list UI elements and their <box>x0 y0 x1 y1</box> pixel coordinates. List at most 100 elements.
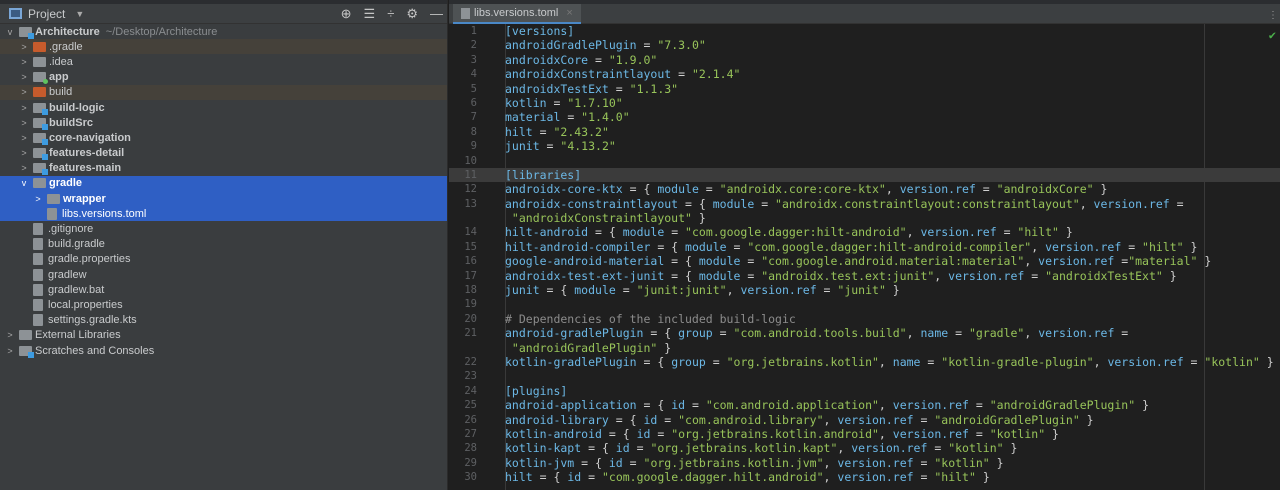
line-number: 25 <box>464 399 477 412</box>
punct-token: , <box>906 326 921 341</box>
key-token: id <box>671 398 686 413</box>
code-line[interactable]: 9 junit = "4.13.2" <box>449 139 1280 153</box>
key-token: module <box>622 225 665 240</box>
tree-item[interactable]: libs.versions.toml <box>0 206 447 222</box>
expand-all-icon[interactable]: ☰ <box>364 6 376 22</box>
key-token: version.ref <box>851 441 928 456</box>
no-problems-check-icon[interactable]: ✔ <box>1269 28 1276 42</box>
collapse-all-icon[interactable]: ÷ <box>387 6 394 22</box>
code-line[interactable]: "androidGradlePlugin" } <box>449 341 1280 355</box>
chevron-right-icon[interactable]: > <box>18 148 30 158</box>
chevron-right-icon[interactable]: > <box>18 163 30 173</box>
code-text: androidx-core-ktx = { module = "androidx… <box>505 182 1107 196</box>
project-icon <box>9 8 22 19</box>
punct-token: = <box>1024 268 1046 283</box>
tree-root[interactable]: v Architecture ~/Desktop/Architecture <box>0 24 447 39</box>
code-text: android-library = { id = "com.android.li… <box>505 413 1094 427</box>
tree-item[interactable]: gradle.properties <box>0 252 447 267</box>
code-line[interactable]: 7 material = "1.4.0" <box>449 110 1280 124</box>
code-line[interactable]: 2 androidGradlePlugin = "7.3.0" <box>449 38 1280 52</box>
tree-item[interactable]: > core-navigation <box>0 130 447 145</box>
code-line[interactable]: 14 hilt-android = { module = "com.google.… <box>449 225 1280 239</box>
key-token: kotlin-android <box>505 426 602 441</box>
punct-token: = <box>975 182 997 197</box>
locate-icon[interactable]: ⊕ <box>341 6 352 22</box>
project-view-selector[interactable]: Project <box>28 7 65 21</box>
tree-item-label: build <box>49 86 73 99</box>
code-line[interactable]: 26 android-library = { id = "com.android.… <box>449 413 1280 427</box>
chevron-right-icon[interactable]: > <box>18 57 30 67</box>
code-line[interactable]: 16 google-android-material = { module = "… <box>449 254 1280 268</box>
tree-item[interactable]: > features-detail <box>0 146 447 161</box>
tree-item[interactable]: > wrapper <box>0 191 447 207</box>
more-tabs-icon[interactable]: ⋮ <box>1268 10 1278 21</box>
code-line[interactable]: 20 # Dependencies of the included build-l… <box>449 312 1280 326</box>
string-token: "kotlin" <box>989 426 1046 441</box>
code-line[interactable]: 24 [plugins] <box>449 384 1280 398</box>
tree-item[interactable]: > build-logic <box>0 100 447 115</box>
tree-item[interactable]: > .gradle <box>0 39 447 55</box>
tree-item[interactable]: > app <box>0 70 447 85</box>
tab-libs-versions-toml[interactable]: libs.versions.toml × <box>453 4 581 24</box>
tree-item[interactable]: > .idea <box>0 54 447 69</box>
tree-item[interactable]: build.gradle <box>0 237 447 252</box>
code-line[interactable]: 27 kotlin-android = { id = "org.jetbrains… <box>449 427 1280 441</box>
string-token: "1.1.3" <box>629 81 679 96</box>
punct-token: = <box>671 67 692 82</box>
code-line[interactable]: 3 androidxCore = "1.9.0" <box>449 53 1280 67</box>
chevron-down-icon[interactable]: v <box>4 27 16 37</box>
code-line[interactable]: 19 <box>449 297 1280 311</box>
tree-item[interactable]: > build <box>0 84 447 100</box>
tree-item[interactable]: gradlew.bat <box>0 282 447 297</box>
code-line[interactable]: 10 <box>449 154 1280 168</box>
code-line[interactable]: 21 android-gradlePlugin = { group = "com.… <box>449 326 1280 340</box>
chevron-right-icon[interactable]: > <box>4 330 16 340</box>
key-token: hilt-android <box>505 225 589 240</box>
chevron-down-icon[interactable]: ▼ <box>75 9 84 19</box>
code-line[interactable]: 6 kotlin = "1.7.10" <box>449 96 1280 110</box>
chevron-right-icon[interactable]: > <box>18 87 30 97</box>
tree-item[interactable]: > Scratches and Consoles <box>0 343 447 358</box>
chevron-right-icon[interactable]: > <box>18 42 30 52</box>
code-line[interactable]: 22 kotlin-gradlePlugin = { group = "org.j… <box>449 355 1280 369</box>
tree-item[interactable]: .gitignore <box>0 221 447 236</box>
chevron-right-icon[interactable]: > <box>18 118 30 128</box>
tree-item[interactable]: local.properties <box>0 297 447 312</box>
hide-icon[interactable]: — <box>430 6 443 22</box>
tree-item[interactable]: settings.gradle.kts <box>0 313 447 328</box>
code-line[interactable]: 13 androidx-constraintlayout = { module =… <box>449 197 1280 211</box>
tree-item[interactable]: > External Libraries <box>0 328 447 343</box>
key-token: version.ref <box>1045 239 1122 254</box>
code-line[interactable]: "androidxConstraintlayout" } <box>449 211 1280 225</box>
punct-token: = { <box>650 239 686 254</box>
code-line[interactable]: 5 androidxTestExt = "1.1.3" <box>449 82 1280 96</box>
tree-item[interactable]: > features-main <box>0 161 447 176</box>
code-line[interactable]: 15 hilt-android-compiler = { module = "co… <box>449 240 1280 254</box>
chevron-right-icon[interactable]: > <box>32 194 44 204</box>
code-line[interactable]: 30 hilt = { id = "com.google.dagger.hilt.… <box>449 470 1280 484</box>
code-line[interactable]: 28 kotlin-kapt = { id = "org.jetbrains.ko… <box>449 441 1280 455</box>
gear-icon[interactable]: ⚙ <box>406 6 418 22</box>
code-line[interactable]: 11 [libraries] <box>449 167 1280 183</box>
close-icon[interactable]: × <box>566 7 572 19</box>
code-line[interactable]: 8 hilt = "2.43.2" <box>449 125 1280 139</box>
chevron-right-icon[interactable]: > <box>4 346 16 356</box>
chevron-right-icon[interactable]: > <box>18 72 30 82</box>
chevron-down-icon[interactable]: v <box>18 178 30 188</box>
code-line[interactable]: 18 junit = { module = "junit:junit", vers… <box>449 283 1280 297</box>
tree-item[interactable]: > buildSrc <box>0 115 447 130</box>
code-editor[interactable]: 1 [versions] 2 androidGradlePlugin = "7.3.0… <box>449 24 1280 490</box>
code-line[interactable]: 25 android-application = { id = "com.andr… <box>449 398 1280 412</box>
code-line[interactable]: 1 [versions] <box>449 24 1280 38</box>
tree-item[interactable]: v gradle <box>0 175 447 192</box>
code-line[interactable]: 29 kotlin-jvm = { id = "org.jetbrains.kot… <box>449 456 1280 470</box>
code-line[interactable]: 17 androidx-test-ext-junit = { module = "… <box>449 269 1280 283</box>
chevron-right-icon[interactable]: > <box>18 103 30 113</box>
code-line[interactable]: 4 androidxConstraintlayout = "2.1.4" <box>449 67 1280 81</box>
tree-item[interactable]: gradlew <box>0 267 447 282</box>
module-folder-icon <box>33 117 48 130</box>
key-token: module <box>712 196 755 211</box>
code-line[interactable]: 12 androidx-core-ktx = { module = "androi… <box>449 182 1280 196</box>
code-line[interactable]: 23 <box>449 369 1280 383</box>
chevron-right-icon[interactable]: > <box>18 133 30 143</box>
